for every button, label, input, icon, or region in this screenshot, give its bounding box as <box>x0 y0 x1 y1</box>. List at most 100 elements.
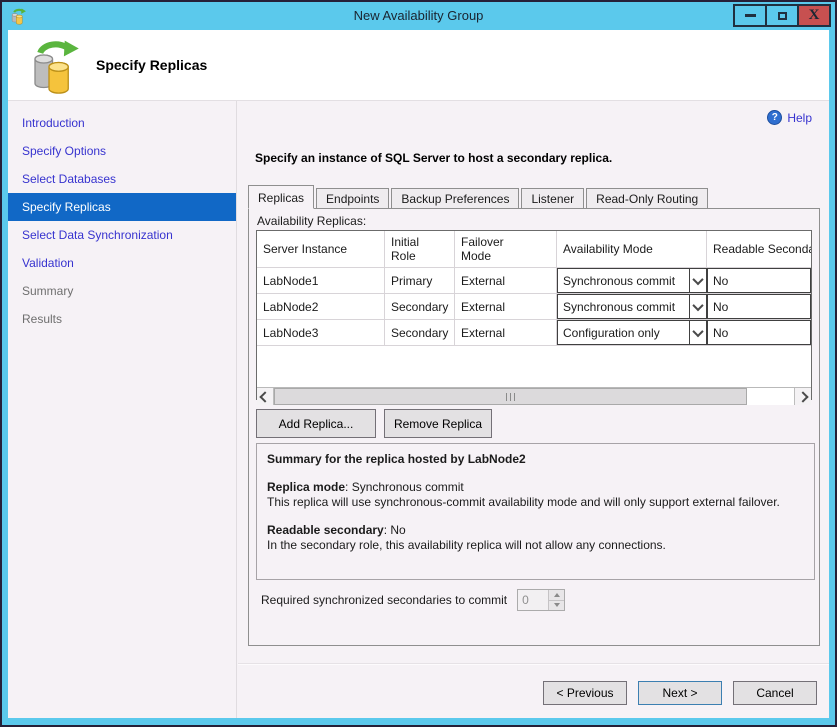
add-replica-button[interactable]: Add Replica... <box>256 409 376 438</box>
replica-mode-line: Replica mode: Synchronous commit <box>267 480 804 495</box>
main-content: ? Help Specify an instance of SQL Server… <box>238 101 829 718</box>
table-row[interactable]: LabNode2 Secondary External Synchronous … <box>257 294 811 320</box>
help-label: Help <box>787 111 812 125</box>
scrollbar-thumb[interactable] <box>274 388 747 405</box>
readable-secondary-dropdown[interactable]: No <box>707 320 811 345</box>
chevron-down-icon[interactable] <box>689 321 706 344</box>
title-bar[interactable]: New Availability Group X <box>2 2 835 30</box>
remove-replica-button[interactable]: Remove Replica <box>384 409 492 438</box>
tab-read-only-routing[interactable]: Read-Only Routing <box>586 188 708 208</box>
chevron-up-icon <box>554 593 560 597</box>
replicas-tab-page: Availability Replicas: Server Instance I… <box>248 208 820 646</box>
sidebar-item-select-databases[interactable]: Select Databases <box>8 165 236 193</box>
readable-secondary-line: Readable secondary: No <box>267 523 804 538</box>
sidebar-item-validation[interactable]: Validation <box>8 249 236 277</box>
column-header-availability-mode[interactable]: Availability Mode <box>557 231 707 267</box>
client-area: Specify Replicas Introduction Specify Op… <box>8 30 829 718</box>
column-header-initial-role[interactable]: Initial Role <box>385 231 455 267</box>
readable-secondary-dropdown[interactable]: No <box>707 268 811 293</box>
window-controls: X <box>735 4 831 27</box>
cell-initial-role: Secondary <box>385 294 455 319</box>
cell-failover-mode: External <box>455 320 557 345</box>
cell-initial-role: Secondary <box>385 320 455 345</box>
replica-summary-panel: Summary for the replica hosted by LabNod… <box>256 443 815 580</box>
sidebar-item-introduction[interactable]: Introduction <box>8 109 236 137</box>
sidebar-item-specify-replicas[interactable]: Specify Replicas <box>8 193 236 221</box>
chevron-down-icon[interactable] <box>689 295 706 318</box>
secondaries-to-commit-spinner[interactable]: 0 <box>517 589 565 611</box>
minimize-icon <box>745 14 756 17</box>
sidebar-item-select-data-synchronization[interactable]: Select Data Synchronization <box>8 221 236 249</box>
scroll-left-button[interactable] <box>257 388 274 405</box>
cell-server-instance: LabNode3 <box>257 320 385 345</box>
tab-replicas[interactable]: Replicas <box>248 185 314 209</box>
page-title: Specify Replicas <box>96 57 207 73</box>
cell-readable-secondary: No <box>707 294 811 319</box>
tab-strip: Replicas Endpoints Backup Preferences Li… <box>248 185 710 208</box>
wizard-steps-sidebar: Introduction Specify Options Select Data… <box>8 101 237 718</box>
readable-secondary-label: Readable secondary <box>267 523 384 537</box>
tab-endpoints[interactable]: Endpoints <box>316 188 389 208</box>
chevron-left-icon <box>259 391 270 402</box>
footer-divider <box>238 663 829 665</box>
instruction-text: Specify an instance of SQL Server to hos… <box>255 151 612 165</box>
commit-row: Required synchronized secondaries to com… <box>261 589 565 611</box>
close-button[interactable]: X <box>797 4 831 27</box>
help-link[interactable]: ? Help <box>767 110 812 125</box>
sidebar-item-summary: Summary <box>8 277 236 305</box>
availability-mode-dropdown[interactable]: Synchronous commit <box>557 268 707 293</box>
minimize-button[interactable] <box>733 4 767 27</box>
previous-button[interactable]: < Previous <box>543 681 627 705</box>
cell-availability-mode: Configuration only <box>557 320 707 345</box>
column-header-readable-secondary[interactable]: Readable Secondary <box>707 231 811 267</box>
cancel-button[interactable]: Cancel <box>733 681 817 705</box>
commit-label: Required synchronized secondaries to com… <box>261 593 507 607</box>
next-button[interactable]: Next > <box>638 681 722 705</box>
spinner-up-button[interactable] <box>549 590 564 601</box>
availability-mode-dropdown[interactable]: Configuration only <box>557 320 707 345</box>
table-row[interactable]: LabNode3 Secondary External Configuratio… <box>257 320 811 346</box>
dropdown-value: No <box>708 326 810 340</box>
cell-server-instance: LabNode1 <box>257 268 385 293</box>
sidebar-item-specify-options[interactable]: Specify Options <box>8 137 236 165</box>
cell-failover-mode: External <box>455 294 557 319</box>
chevron-right-icon <box>797 391 808 402</box>
cell-readable-secondary: No <box>707 320 811 345</box>
table-row[interactable]: LabNode1 Primary External Synchronous co… <box>257 268 811 294</box>
tab-backup-preferences[interactable]: Backup Preferences <box>391 188 519 208</box>
dialog-window: New Availability Group X Specify Replica… <box>0 0 837 727</box>
availability-mode-dropdown[interactable]: Synchronous commit <box>557 294 707 319</box>
availability-replicas-label: Availability Replicas: <box>257 214 366 228</box>
maximize-button[interactable] <box>765 4 799 27</box>
chevron-down-icon[interactable] <box>689 269 706 292</box>
column-header-failover-mode[interactable]: Failover Mode <box>455 231 557 267</box>
horizontal-scrollbar[interactable] <box>257 387 811 405</box>
dropdown-value: No <box>708 300 810 314</box>
cell-availability-mode: Synchronous commit <box>557 268 707 293</box>
scrollbar-track[interactable] <box>274 388 794 405</box>
column-header-server-instance[interactable]: Server Instance <box>257 231 385 267</box>
replica-mode-value: : Synchronous commit <box>345 480 464 494</box>
wizard-navigation-buttons: < Previous Next > Cancel <box>532 681 817 705</box>
spinner-value[interactable]: 0 <box>518 590 548 610</box>
readable-secondary-value: : No <box>384 523 406 537</box>
database-replica-icon <box>28 38 84 94</box>
spinner-down-button[interactable] <box>549 601 564 611</box>
cell-availability-mode: Synchronous commit <box>557 294 707 319</box>
replicas-grid: Server Instance Initial Role Failover Mo… <box>256 230 812 400</box>
sidebar-item-results: Results <box>8 305 236 333</box>
grid-header-row: Server Instance Initial Role Failover Mo… <box>257 231 811 268</box>
cell-readable-secondary: No <box>707 268 811 293</box>
cell-server-instance: LabNode2 <box>257 294 385 319</box>
grid-empty-area <box>257 346 811 387</box>
close-icon: X <box>809 8 820 23</box>
readable-secondary-dropdown[interactable]: No <box>707 294 811 319</box>
maximize-icon <box>778 12 787 20</box>
spinner-buttons <box>548 590 564 610</box>
scroll-right-button[interactable] <box>794 388 811 405</box>
tab-listener[interactable]: Listener <box>521 188 584 208</box>
dropdown-value: No <box>708 274 810 288</box>
window-title: New Availability Group <box>2 8 835 23</box>
help-icon: ? <box>767 110 782 125</box>
chevron-down-icon <box>554 603 560 607</box>
